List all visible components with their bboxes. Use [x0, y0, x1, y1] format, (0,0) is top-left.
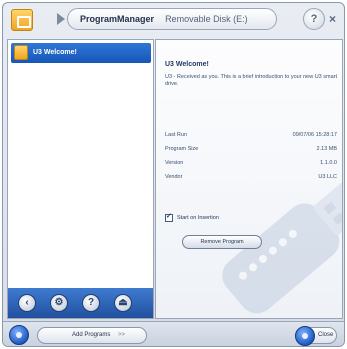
- eject-icon[interactable]: ⏏: [114, 294, 132, 312]
- info-key: Last Run: [165, 132, 188, 138]
- add-programs-arrow: >>: [118, 332, 126, 338]
- app-name: ProgramManager: [80, 14, 155, 24]
- u3-launchpad-icon[interactable]: [9, 325, 29, 345]
- add-programs-button[interactable]: Add Programs >>: [37, 327, 147, 344]
- help-icon[interactable]: ?: [82, 294, 100, 312]
- drive-name: Removable Disk (E:): [165, 14, 248, 24]
- bottom-bar: Add Programs >> Close: [3, 321, 344, 346]
- help-button[interactable]: ?: [303, 8, 325, 30]
- program-title: U3 Welcome!: [165, 61, 209, 68]
- close-icon: [295, 326, 315, 346]
- close-label: Close: [318, 332, 334, 338]
- title-pill: ProgramManager Removable Disk (E:): [67, 8, 277, 30]
- add-programs-text: Add Programs: [72, 332, 111, 338]
- previous-icon[interactable]: ‹: [18, 294, 36, 312]
- info-value: 2.13 MB: [316, 146, 337, 152]
- info-row-last-run: Last Run 09/07/06 15:28:17: [165, 132, 337, 142]
- program-list-item[interactable]: U3 Welcome!: [11, 43, 151, 63]
- program-description: U3 - Received as you. This is a brief in…: [165, 74, 338, 87]
- title-bar: ProgramManager Removable Disk (E:) ? ×: [3, 3, 344, 37]
- info-key: Vendor: [165, 174, 183, 180]
- close-button[interactable]: Close: [295, 326, 337, 346]
- info-row-program-size: Program Size 2.13 MB: [165, 146, 337, 156]
- info-row-vendor: Vendor U3 LLC: [165, 174, 337, 184]
- settings-icon[interactable]: ⚙: [50, 294, 68, 312]
- start-on-insertion-label: Start on Insertion: [177, 215, 219, 221]
- start-on-insertion-checkbox[interactable]: [165, 212, 173, 222]
- info-value: U3 LLC: [318, 174, 337, 180]
- arrow-right-icon: [57, 13, 65, 25]
- program-list-pane: U3 Welcome! ‹ ⚙ ? ⏏: [7, 39, 154, 319]
- remove-program-button[interactable]: Remove Program: [182, 235, 262, 249]
- program-details-pane: U3 Welcome! U3 - Received as you. This i…: [155, 39, 343, 319]
- program-item-label: U3 Welcome!: [33, 49, 77, 56]
- sidebar-controls: ‹ ⚙ ? ⏏: [8, 288, 153, 318]
- u3-program-icon: [14, 45, 28, 60]
- info-value: 09/07/06 15:28:17: [292, 132, 337, 138]
- info-value: 1.1.0.0: [320, 160, 337, 166]
- program-manager-window: ProgramManager Removable Disk (E:) ? × U…: [2, 2, 345, 347]
- info-key: Program Size: [165, 146, 199, 152]
- info-key: Version: [165, 160, 184, 166]
- info-row-version: Version 1.1.0.0: [165, 160, 337, 170]
- window-close-button[interactable]: ×: [329, 8, 341, 30]
- add-programs-label: Add Programs >>: [72, 328, 125, 343]
- u3-app-icon[interactable]: [11, 9, 33, 31]
